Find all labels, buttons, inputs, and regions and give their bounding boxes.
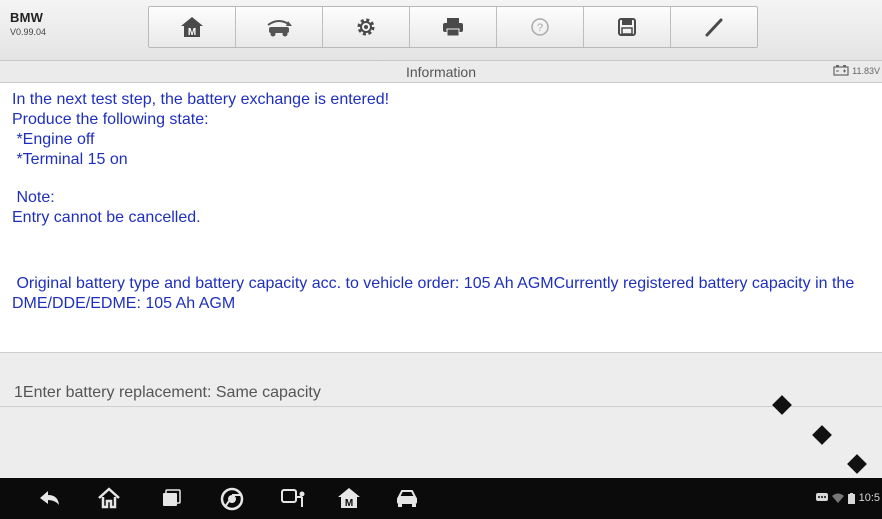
battery-voltage-indicator: 11.83V [833,65,880,76]
message-line: Entry cannot be cancelled. [12,209,201,226]
home-nav-button[interactable] [97,487,121,509]
help-button[interactable]: ? [497,7,584,47]
back-button[interactable] [36,487,62,509]
back-icon [40,491,59,505]
message-line: *Terminal 15 on [12,151,128,168]
vehicle-swap-icon [267,20,292,37]
autel-home-icon: M [338,488,360,509]
printer-icon [443,18,463,37]
gear-icon [357,18,375,36]
vci-connect-button[interactable] [280,487,308,509]
status-area: 10:5 [815,492,880,504]
battery-status-icon [847,492,855,504]
home-button[interactable]: M [149,7,236,47]
vehicle-swap-button[interactable] [236,7,323,47]
information-header: Information 11.83V [0,61,882,83]
chrome-icon [220,487,244,511]
edit-button[interactable] [671,7,757,47]
option-label: 1Enter battery replacement: Same capacit… [14,384,321,401]
save-button[interactable] [584,7,671,47]
message-line: Produce the following state: [12,111,209,128]
autel-home-button[interactable]: M [337,487,361,509]
list-item[interactable]: 1Enter battery replacement: Same capacit… [0,374,882,407]
message-line: Note: [12,189,55,206]
car-button[interactable] [394,487,420,509]
vci-connect-icon [281,489,305,507]
clock: 10:5 [858,492,880,504]
wifi-icon [831,493,844,503]
battery-icon [833,65,849,76]
help-icon: ? [531,18,549,36]
message-line: In the next test step, the battery excha… [12,91,390,108]
chrome-button[interactable] [220,487,244,511]
svg-text:M: M [188,27,196,38]
svg-text:M: M [345,498,353,509]
settings-button[interactable] [323,7,410,47]
car-icon [397,490,417,507]
recent-apps-icon [163,489,181,506]
print-button[interactable] [410,7,497,47]
top-toolbar: BMW V0.99.04 M ? [0,0,882,61]
save-icon [618,18,636,36]
battery-voltage: 11.83V [852,65,880,76]
page-title: Information [405,64,477,80]
svg-text:?: ? [537,22,543,34]
vehicle-brand: BMW V0.99.04 [10,10,46,37]
recent-apps-button[interactable] [160,487,182,509]
option-list: 1Enter battery replacement: Same capacit… [0,352,882,479]
message-body: In the next test step, the battery excha… [12,90,878,314]
software-version: V0.99.04 [10,27,47,37]
system-nav-bar: M 10:5 [0,478,882,519]
toolbar-buttons: M ? [148,6,758,48]
message-icon [815,493,828,501]
message-line: *Engine off [12,131,95,148]
home-icon [98,487,120,509]
pen-icon [705,18,723,37]
message-line: Original battery type and battery capaci… [12,275,859,312]
brand-name: BMW [10,10,44,25]
home-icon: M [181,17,203,38]
